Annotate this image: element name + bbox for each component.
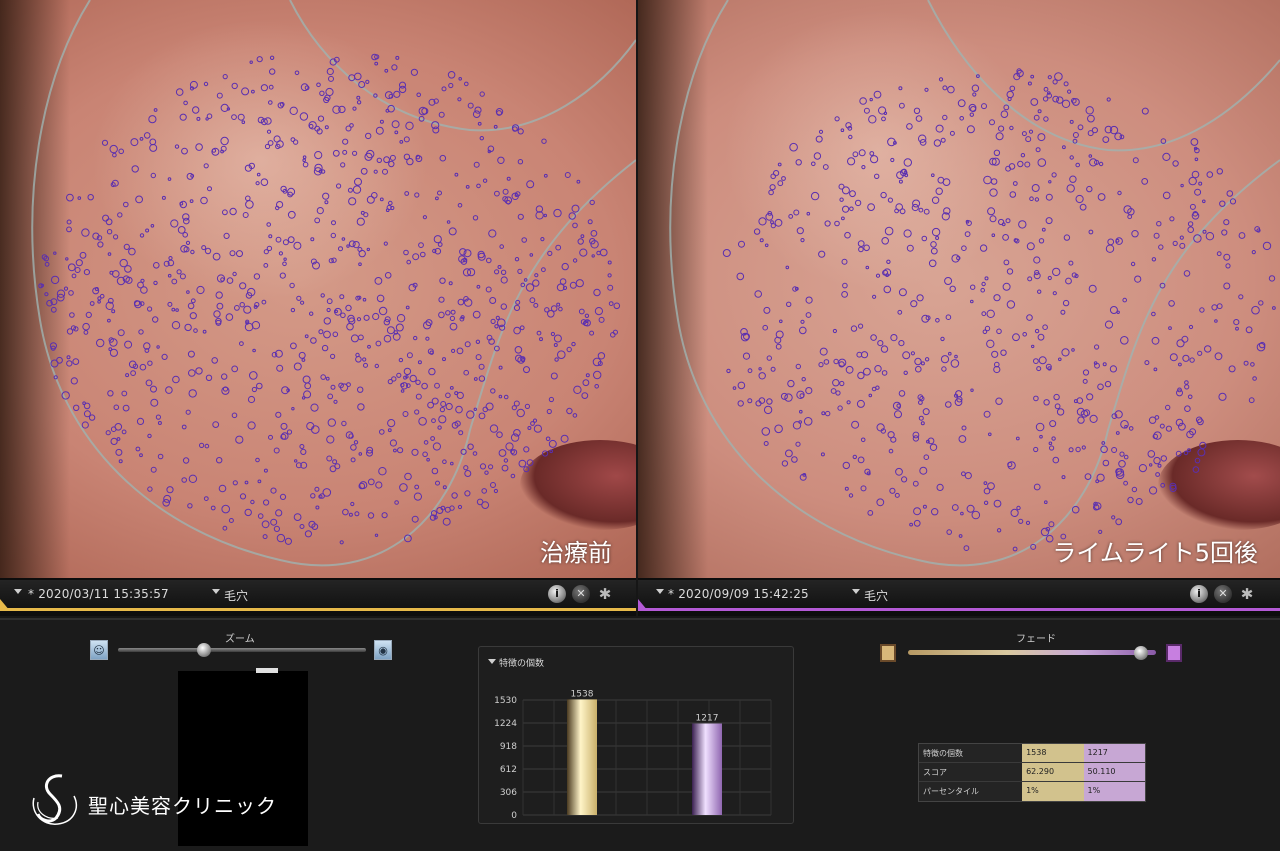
stats-cell-after: 1%	[1083, 782, 1145, 801]
date-dropdown-icon[interactable]	[14, 589, 22, 594]
stats-cell-before: 1%	[1022, 782, 1084, 801]
bar-value-label: 1538	[571, 689, 594, 699]
stats-cell-label: パーセンタイル	[919, 782, 1023, 801]
zoom-out-face-icon[interactable]: ☺	[90, 640, 108, 660]
bar-after	[692, 723, 722, 815]
fade-slider-track[interactable]	[908, 650, 1156, 655]
clinic-name: 聖心美容クリニック	[88, 794, 277, 818]
before-photo: 治療前	[0, 0, 636, 578]
bar-value-label: 1217	[696, 714, 719, 724]
before-accent-marker	[0, 599, 10, 611]
after-accent-marker	[638, 599, 648, 611]
stats-cell-before: 1538	[1022, 744, 1084, 762]
before-analysis-type[interactable]: 毛穴	[224, 587, 248, 604]
date-dropdown-icon[interactable]	[656, 589, 664, 594]
stats-cell-label: 特徴の個数	[919, 744, 1023, 762]
stats-table: 特徴の個数 1538 1217 スコア 62.290 50.110 パーセンタイル 1% 1%	[918, 743, 1146, 802]
control-area: ズーム ☺ ◉ 聖心美容クリニック 特徴の個数 0 306 612 918 1224 15…	[0, 618, 1280, 851]
zoom-slider-track[interactable]	[118, 648, 366, 652]
y-tick-label: 612	[500, 765, 517, 775]
pore-markers	[722, 68, 1276, 552]
stats-row: 特徴の個数 1538 1217	[919, 744, 1145, 763]
clinic-logo-mark-icon	[32, 774, 78, 825]
before-toolbar: * 2020/03/11 15:35:57 毛穴 i ✕ ✱	[0, 580, 636, 608]
analysis-dropdown-icon[interactable]	[212, 589, 220, 594]
stats-cell-before: 62.290	[1022, 763, 1084, 781]
stats-cell-after: 50.110	[1083, 763, 1145, 781]
after-caption: ライムライト5回後	[1052, 539, 1258, 567]
fade-before-swatch[interactable]	[880, 644, 896, 662]
before-accent-line	[0, 608, 636, 611]
y-tick-label: 1530	[494, 696, 517, 706]
analysis-dropdown-icon[interactable]	[852, 589, 860, 594]
zoom-slider-handle[interactable]	[197, 643, 211, 657]
info-icon[interactable]: i	[1190, 585, 1208, 603]
info-icon[interactable]: i	[548, 585, 566, 603]
feature-count-chart-panel: 特徴の個数 0 306 612 918 1224 1530 1538 1217	[478, 646, 794, 824]
before-date[interactable]: * 2020/03/11 15:35:57	[28, 587, 169, 601]
y-tick-label: 0	[511, 811, 517, 821]
app-window: 治療前 * 2020/03/11 15:35:57 毛穴 i ✕ ✱ ライムライ…	[0, 0, 1280, 851]
after-date[interactable]: * 2020/09/09 15:42:25	[668, 587, 809, 601]
fade-after-swatch[interactable]	[1166, 644, 1182, 662]
stats-row: パーセンタイル 1% 1%	[919, 782, 1145, 801]
settings-icon[interactable]: ✱	[1238, 585, 1256, 603]
before-caption: 治療前	[540, 539, 612, 567]
after-photo: ライムライト5回後	[638, 0, 1280, 578]
close-icon[interactable]: ✕	[572, 585, 590, 603]
after-accent-line	[638, 608, 1280, 611]
y-tick-label: 918	[500, 742, 517, 752]
settings-icon[interactable]: ✱	[596, 585, 614, 603]
before-panel: 治療前 * 2020/03/11 15:35:57 毛穴 i ✕ ✱	[0, 0, 636, 616]
navigator-tab[interactable]	[256, 668, 278, 673]
after-panel: ライムライト5回後 * 2020/09/09 15:42:25 毛穴 i ✕ ✱	[638, 0, 1280, 616]
y-tick-label: 1224	[494, 719, 517, 729]
clinic-logo: 聖心美容クリニック	[28, 768, 288, 832]
stats-row: スコア 62.290 50.110	[919, 763, 1145, 782]
close-icon[interactable]: ✕	[1214, 585, 1232, 603]
bar-before	[567, 699, 597, 815]
before-overlay	[31, 0, 636, 567]
after-toolbar: * 2020/09/09 15:42:25 毛穴 i ✕ ✱	[638, 580, 1280, 608]
stats-cell-label: スコア	[919, 763, 1023, 781]
zoom-label: ズーム	[225, 634, 255, 645]
pore-markers	[38, 53, 621, 545]
y-tick-label: 306	[500, 788, 517, 798]
fade-label: フェード	[1016, 634, 1056, 645]
after-overlay	[669, 0, 1280, 567]
after-analysis-type[interactable]: 毛穴	[864, 587, 888, 604]
stats-cell-after: 1217	[1083, 744, 1145, 762]
feature-count-chart: 0 306 612 918 1224 1530 1538 1217	[494, 689, 772, 821]
fade-slider-handle[interactable]	[1134, 646, 1148, 660]
zoom-in-eye-icon[interactable]: ◉	[374, 640, 392, 660]
